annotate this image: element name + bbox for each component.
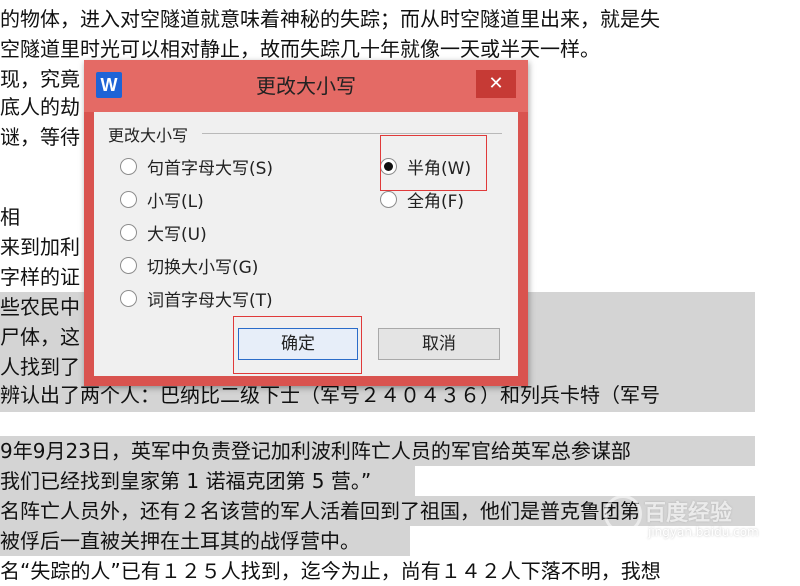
radio-circle-icon	[380, 190, 397, 208]
radio-label: 大写(U)	[147, 224, 207, 245]
group-label: 更改大小写	[108, 122, 195, 146]
doc-line: 9年9月23日，英军中负责登记加利波利阵亡人员的军官给英军总参谋部	[0, 439, 631, 463]
dialog-title: 更改大小写	[256, 74, 356, 98]
cancel-button[interactable]: 取消	[378, 328, 500, 360]
radio-circle-icon	[120, 256, 137, 274]
watermark-text: 百度经验	[644, 501, 733, 526]
radio-sentence-case[interactable]: 句首字母大写(S)	[120, 154, 274, 179]
watermark-url: jingyan.baidu.com	[648, 525, 759, 539]
group-divider	[202, 133, 502, 134]
annotation-box-ok	[233, 316, 362, 374]
close-button[interactable]: ✕	[476, 70, 516, 98]
doc-line: 谜，等待	[0, 125, 80, 149]
doc-line: 相	[0, 205, 20, 229]
radio-uppercase[interactable]: 大写(U)	[120, 220, 207, 245]
doc-line: 的物体，进入对空隧道就意味着神秘的失踪；而从时空隧道里出来，就是失	[0, 7, 660, 31]
radio-label: 小写(L)	[147, 191, 204, 212]
radio-label: 句首字母大写(S)	[147, 158, 274, 179]
radio-circle-icon	[120, 157, 137, 175]
radio-label: 词首字母大写(T)	[147, 290, 273, 311]
doc-line: 名阵亡人员外，还有２名该营的军人活着回到了祖国，他们是普克鲁团第	[0, 499, 640, 523]
baidu-jingyan-watermark: 百度经验 jingyan.baidu.com	[604, 489, 794, 549]
annotation-box-half-width	[380, 135, 487, 191]
paw-logo-icon	[604, 495, 642, 533]
doc-line: 被俘后一直被关押在土耳其的战俘营中。	[0, 529, 360, 553]
radio-circle-icon	[120, 223, 137, 241]
radio-label: 切换大小写(G)	[147, 257, 259, 278]
doc-line: 我们已经找到皇家第 1 诺福克团第 5 营。”	[0, 469, 372, 493]
dialog-titlebar[interactable]: 更改大小写 W ✕	[84, 60, 528, 112]
radio-toggle-case[interactable]: 切换大小写(G)	[120, 253, 259, 278]
doc-line: 名“失踪的人”已有１２５人找到，迄今为止，尚有１４２人下落不明，我想	[0, 559, 661, 583]
radio-circle-icon	[120, 190, 137, 208]
radio-lowercase[interactable]: 小写(L)	[120, 187, 204, 212]
radio-title-case[interactable]: 词首字母大写(T)	[120, 286, 273, 311]
radio-circle-icon	[120, 289, 137, 307]
wps-app-icon: W	[96, 72, 122, 98]
